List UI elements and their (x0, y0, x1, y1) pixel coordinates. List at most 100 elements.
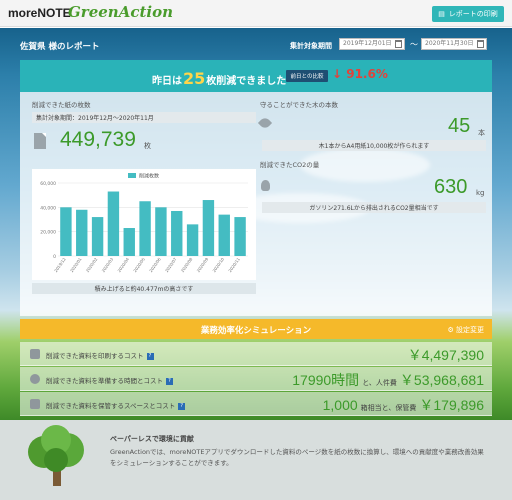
x-tick-label: 2020/11 (227, 256, 241, 273)
trees-unit: 本 (478, 129, 485, 137)
y-tick-label: 40,000 (40, 205, 56, 211)
change-percentage: ↓ 91.6% (332, 67, 388, 81)
simulation-header: 業務効率化シミュレーション ⚙ 設定変更 (20, 319, 492, 339)
footer-description: GreenActionでは、moreNOTEアプリでダウンロードした資料のページ… (110, 448, 484, 467)
help-icon[interactable]: ? (146, 352, 154, 360)
printer-icon (30, 349, 40, 359)
prepare-hours: 17990時間 (292, 372, 360, 388)
monthly-chart: 0 20,000 40,000 60,000 削減枚数 2019/12 2020/01 202… (32, 169, 256, 280)
storage-cost-value: 1,000 箱相当と、保管費 ￥179,896 (323, 395, 484, 415)
x-tick-label: 2020/02 (85, 256, 99, 273)
storage-boxes: 1,000 (322, 397, 358, 413)
y-tick-label: 0 (53, 254, 56, 260)
banner-count: 25 (183, 69, 206, 88)
compare-previous-day-button[interactable]: 前日との比較 (286, 70, 328, 82)
sim-label-prepare: 削減できた資料を準備する時間とコスト? (46, 375, 173, 385)
sim-label-print: 削減できた資料を印刷するコスト? (46, 350, 154, 360)
bar (186, 224, 199, 256)
bar (218, 214, 230, 256)
storage-cost: ￥179,896 (419, 397, 484, 413)
document-icon (34, 133, 46, 149)
help-icon[interactable]: ? (178, 402, 186, 410)
bar (171, 210, 183, 256)
page-title: 佐賀県 様のレポート (20, 42, 100, 52)
paper-stack-note: 積み上げると約40.477mの高さです (32, 283, 256, 294)
simulation-row-prepare: 削減できた資料を準備する時間とコスト? 17990時間 と、人件費 ￥53,968,… (20, 367, 492, 391)
sim-label-storage: 削減できた資料を保管するスペースとコスト? (46, 400, 186, 410)
bar (202, 200, 215, 256)
sim-row-label: 削減できた資料を準備する時間とコスト (46, 377, 163, 385)
gear-icon: ⚙ (447, 326, 454, 334)
help-icon[interactable]: ? (166, 377, 173, 385)
simulation-row-storage: 削減できた資料を保管するスペースとコスト? 1,000 箱相当と、保管費 ￥179,… (20, 392, 492, 416)
paper-period: 集計対象期間：2019年12月〜2020年11月 (32, 112, 256, 123)
x-tick-label: 2020/03 (101, 256, 115, 273)
prepare-joiner: と、人件費 (362, 380, 397, 387)
bar-chart: 020,00040,00060,000削減枚数2019/12 2020/01 202… (40, 173, 248, 273)
print-report-button[interactable]: ▤ レポートの印刷 (432, 6, 504, 22)
co2-section-label: 削減できたCO2の量 (260, 161, 320, 169)
print-report-label: レポートの印刷 (448, 10, 498, 18)
settings-label: 設定変更 (456, 326, 484, 334)
bar (139, 201, 151, 256)
labor-cost: ￥53,968,681 (399, 372, 484, 388)
simulation-row-print: 削減できた資料を印刷するコスト? ￥4,497,390 (20, 342, 492, 366)
paper-count: 449,739 (60, 128, 136, 151)
x-tick-label: 2020/07 (164, 256, 178, 273)
co2-note: ガソリン271.6Lから排出されるCO2量相当です (262, 202, 486, 213)
top-bar: moreNOTE GreenAction ▤ レポートの印刷 (0, 0, 512, 27)
brand-logo: moreNOTE (8, 6, 71, 20)
daily-banner: 昨日は 25 枚削減できました (20, 60, 492, 92)
bar (91, 217, 104, 256)
paper-section-label: 削減できた紙の枚数 (32, 101, 91, 109)
bar (155, 207, 167, 256)
period-label: 集計対象期間 (290, 42, 332, 50)
x-tick-label: 2020/10 (211, 256, 225, 273)
x-tick-label: 2020/05 (132, 256, 146, 273)
sim-row-label: 削減できた資料を保管するスペースとコスト (46, 402, 176, 410)
bar (60, 207, 72, 256)
bar (107, 191, 120, 256)
storage-box-icon (30, 399, 40, 409)
tree-illustration (28, 425, 84, 486)
report-header: 佐賀県 様のレポート 集計対象期間 2019年12月01日 〜 2020年11月… (0, 28, 512, 60)
print-cost-value: ￥4,497,390 (407, 347, 484, 363)
prepare-cost-value: 17990時間 と、人件費 ￥53,968,681 (292, 370, 484, 390)
trees-count: 45 (448, 115, 471, 137)
date-from-value: 2019年12月01日 (343, 40, 392, 47)
trees-note: 木1本からA4用紙10,000枚が作られます (262, 140, 486, 151)
banner-prefix: 昨日は (152, 76, 182, 87)
printer-icon: ▤ (438, 10, 445, 18)
calendar-icon[interactable] (477, 40, 484, 48)
date-to-value: 2020年11月30日 (425, 40, 474, 47)
clock-icon (30, 374, 40, 384)
co2-unit: kg (476, 189, 485, 197)
bar (234, 217, 246, 256)
co2-amount: 630 (434, 176, 468, 198)
legend-label: 削減枚数 (139, 173, 159, 180)
x-tick-label: 2020/01 (69, 256, 83, 273)
x-tick-label: 2020/06 (148, 256, 162, 273)
sim-row-label: 削減できた資料を印刷するコスト (46, 352, 144, 360)
lightbulb-icon (261, 180, 270, 191)
y-tick-label: 60,000 (40, 181, 56, 187)
x-tick-label: 2020/08 (180, 256, 194, 273)
date-from-field[interactable]: 2019年12月01日 (339, 38, 405, 50)
date-separator: 〜 (410, 40, 418, 49)
bar (76, 209, 88, 256)
bar (123, 228, 135, 256)
paper-unit: 枚 (144, 142, 151, 150)
banner-suffix: 枚削減できました (206, 76, 287, 87)
x-tick-label: 2020/09 (196, 256, 210, 273)
daily-message: 昨日は 25 枚削減できました (152, 69, 286, 88)
date-to-field[interactable]: 2020年11月30日 (421, 38, 487, 50)
product-logo: GreenAction (68, 3, 174, 21)
x-tick-label: 2020/04 (116, 256, 130, 273)
legend-swatch (128, 173, 136, 178)
trees-section-label: 守ることができた木の本数 (260, 101, 338, 109)
calendar-icon[interactable] (395, 40, 402, 48)
settings-change-button[interactable]: ⚙ 設定変更 (447, 325, 484, 335)
simulation-title: 業務効率化シミュレーション (200, 326, 312, 336)
y-tick-label: 20,000 (40, 230, 56, 236)
footer-title: ペーパーレスで環境に貢献 (110, 435, 194, 443)
